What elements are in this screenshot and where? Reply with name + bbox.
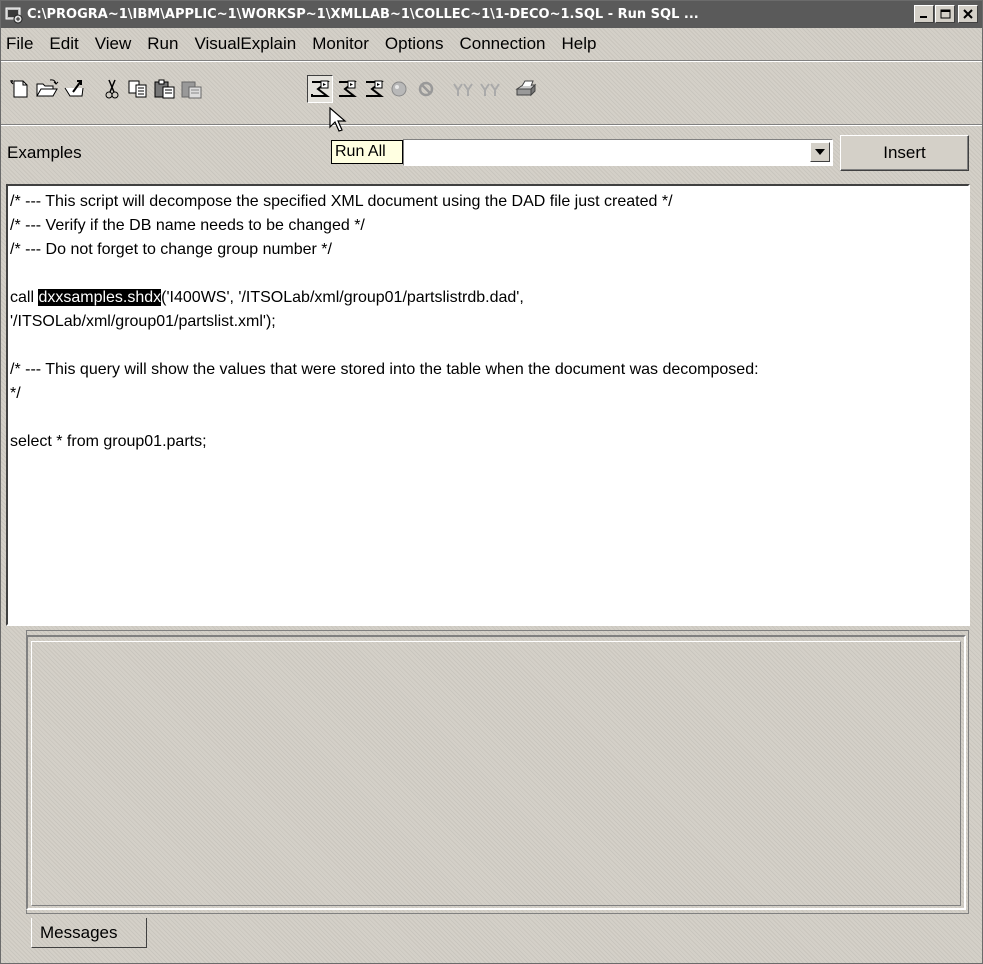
examples-combo-box[interactable]	[403, 139, 833, 166]
run-from-selected-icon[interactable]	[334, 75, 360, 103]
menu-visual-explain[interactable]: VisualExplain	[190, 34, 304, 54]
paste-icon[interactable]	[152, 75, 178, 103]
close-button[interactable]	[958, 5, 978, 23]
window-controls	[914, 5, 978, 23]
editor-line: /* --- Verify if the DB name needs to be…	[10, 217, 365, 234]
chevron-down-icon	[815, 149, 825, 155]
menu-monitor[interactable]: Monitor	[308, 34, 377, 54]
run-selected-icon[interactable]	[361, 75, 387, 103]
new-icon[interactable]	[7, 75, 33, 103]
print-icon[interactable]	[513, 75, 539, 103]
explain-run-icon[interactable]	[477, 75, 503, 103]
menu-help[interactable]: Help	[558, 34, 605, 54]
cut-icon[interactable]	[99, 75, 125, 103]
run-all-icon[interactable]	[307, 75, 333, 103]
toolbar	[1, 65, 982, 125]
editor-line: */	[10, 385, 21, 402]
selected-text[interactable]: dxxsamples.shdx	[38, 289, 162, 306]
menu-file[interactable]: File	[1, 34, 41, 54]
call-keyword: call	[10, 289, 39, 306]
menu-options[interactable]: Options	[381, 34, 452, 54]
save-icon[interactable]	[61, 75, 87, 103]
copy-icon[interactable]	[125, 75, 151, 103]
run-sql-app-icon[interactable]	[5, 6, 23, 24]
examples-label: Examples	[7, 143, 82, 162]
open-icon[interactable]	[34, 75, 60, 103]
minimize-button[interactable]	[914, 5, 934, 23]
menu-view[interactable]: View	[91, 34, 140, 54]
menu-edit[interactable]: Edit	[45, 34, 86, 54]
messages-area[interactable]	[31, 641, 961, 906]
cancel-icon[interactable]	[413, 75, 439, 103]
menu-bar: File Edit View Run VisualExplain Monitor…	[1, 31, 982, 57]
explain-icon[interactable]	[450, 75, 476, 103]
insert-button[interactable]: Insert	[840, 135, 969, 171]
editor-line: '/ITSOLab/xml/group01/partslist.xml');	[10, 313, 276, 330]
editor-line: /* --- This query will show the values t…	[10, 361, 759, 378]
run-all-tooltip: Run All	[331, 140, 403, 164]
combo-dropdown-button[interactable]	[810, 142, 830, 162]
stop-icon[interactable]	[386, 75, 412, 103]
toolbar-divider	[1, 124, 982, 126]
editor-line: /* --- This script will decompose the sp…	[10, 193, 673, 210]
editor-call-line: call dxxsamples.shdx('I400WS', '/ITSOLab…	[10, 286, 966, 310]
editor-line: /* --- Do not forget to change group num…	[10, 241, 332, 258]
editor-line: select * from group01.parts;	[10, 433, 207, 450]
window-title: C:\PROGRA~1\IBM\APPLIC~1\WORKSP~1\XMLLAB…	[27, 7, 699, 22]
run-sql-window: C:\PROGRA~1\IBM\APPLIC~1\WORKSP~1\XMLLAB…	[0, 0, 983, 964]
tab-messages[interactable]: Messages	[31, 918, 147, 948]
menu-connection[interactable]: Connection	[455, 34, 553, 54]
call-arguments: ('I400WS', '/ITSOLab/xml/group01/partsli…	[161, 289, 524, 306]
sql-editor[interactable]: /* --- This script will decompose the sp…	[6, 184, 970, 626]
menubar-divider	[1, 60, 982, 62]
paste-disabled-icon[interactable]	[179, 75, 205, 103]
mouse-cursor-icon	[329, 106, 349, 138]
maximize-button[interactable]	[935, 5, 955, 23]
menu-run[interactable]: Run	[143, 34, 186, 54]
title-bar[interactable]: C:\PROGRA~1\IBM\APPLIC~1\WORKSP~1\XMLLAB…	[1, 1, 982, 28]
